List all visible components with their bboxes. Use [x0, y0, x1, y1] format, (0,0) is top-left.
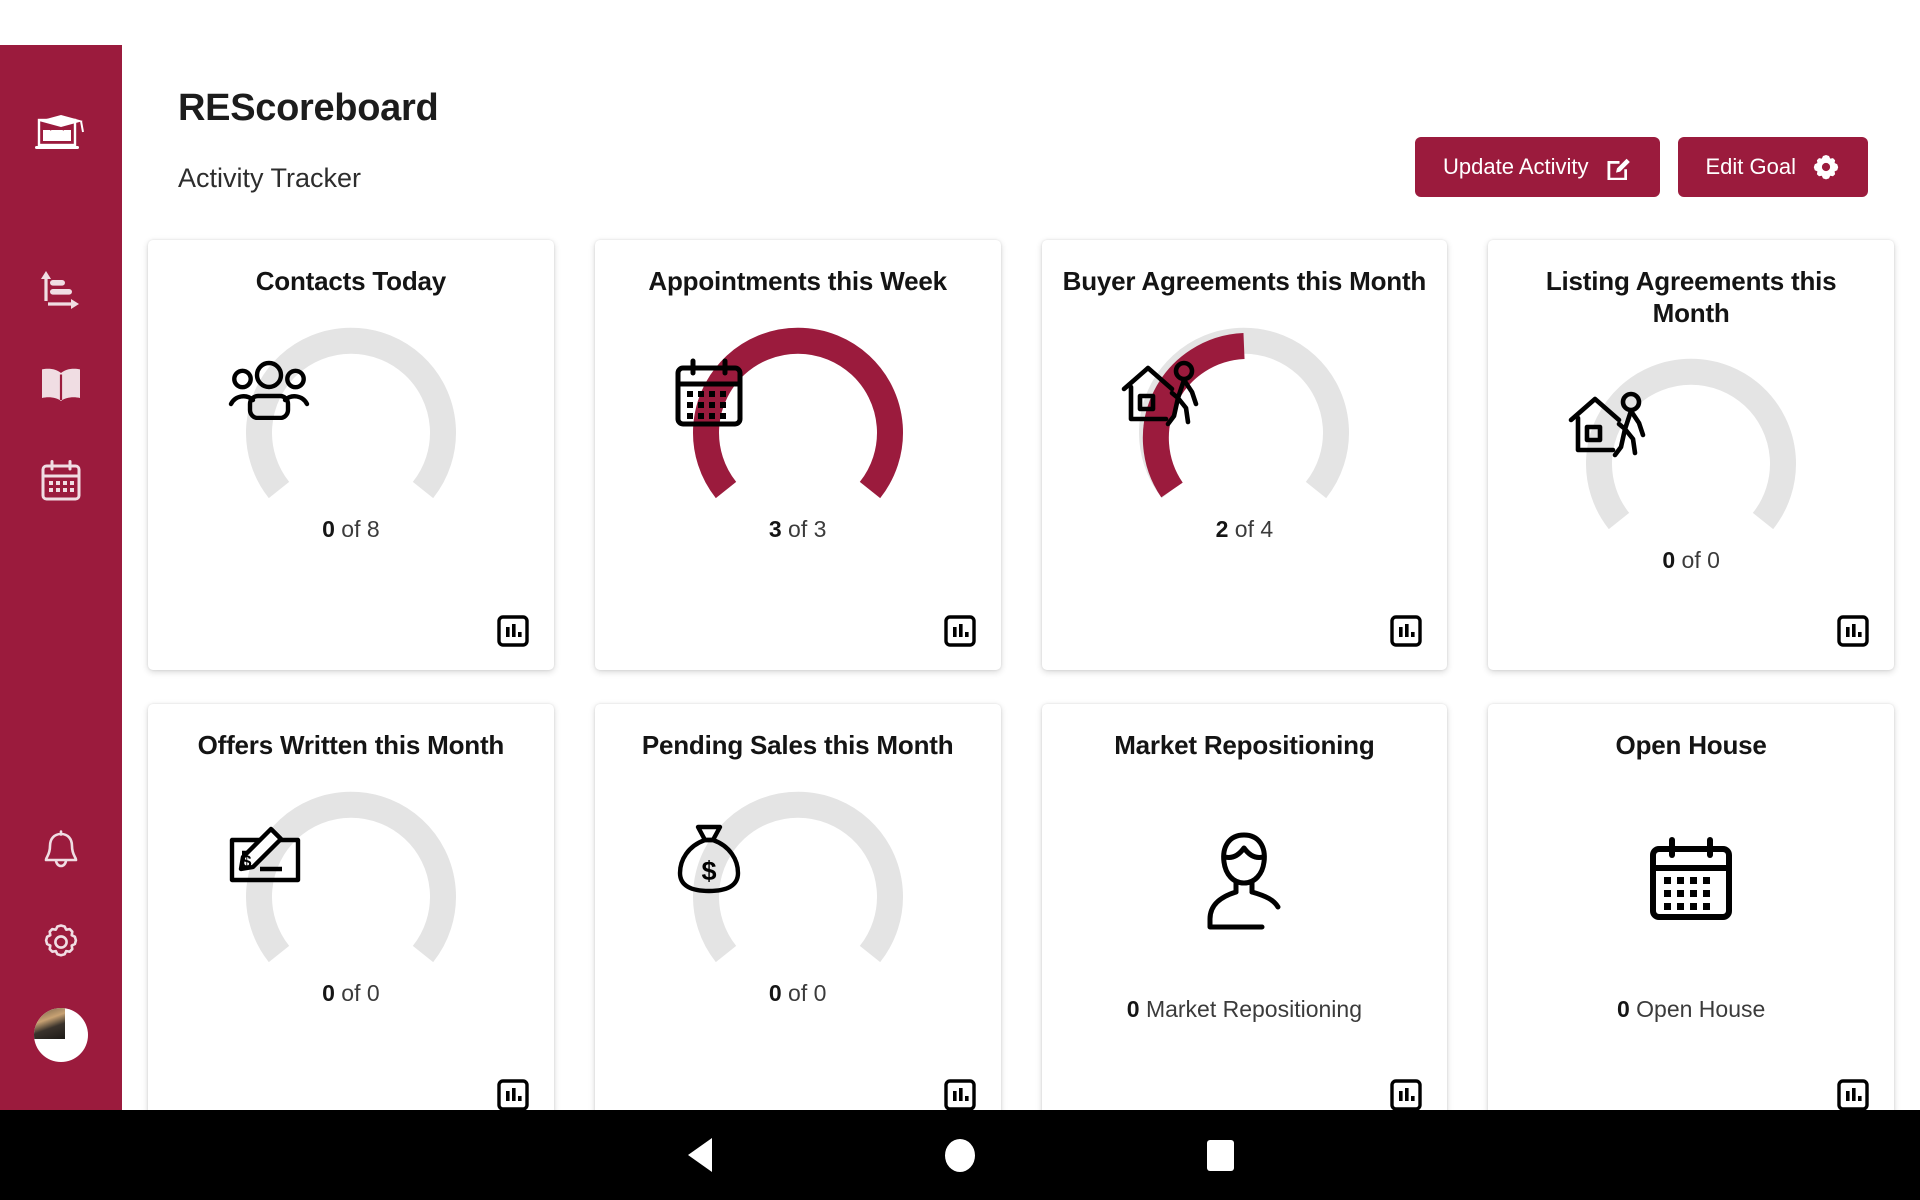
card-title: Appointments this Week	[648, 266, 947, 296]
card-title: Market Repositioning	[1114, 730, 1375, 760]
sidebar-item-analytics[interactable]	[35, 265, 87, 317]
card-value: 0 of 0	[1662, 547, 1720, 574]
card-value-unit: Open House	[1636, 995, 1766, 1022]
recents-square-icon	[1206, 1139, 1234, 1171]
gear-icon	[1812, 153, 1840, 181]
card-title: Offers Written this Month	[197, 730, 505, 760]
nav-home-button[interactable]	[830, 1138, 1090, 1172]
bar-chart-icon[interactable]	[1836, 1078, 1870, 1112]
metric-card[interactable]: Contacts Today 0 of 8	[148, 240, 554, 670]
header-actions: Update Activity Edit Goal	[1414, 137, 1868, 197]
metric-card-grid: Contacts Today 0 of 8 Appointments this …	[148, 240, 1894, 1134]
bar-chart-icon[interactable]	[496, 614, 530, 648]
gear-icon	[40, 921, 82, 968]
bar-chart-icon[interactable]	[943, 1078, 977, 1112]
sidebar-nav-items	[35, 265, 87, 509]
update-activity-button[interactable]: Update Activity	[1414, 137, 1660, 197]
page-subtitle: Activity Tracker	[178, 163, 362, 193]
bar-chart-growth-icon	[39, 267, 83, 316]
card-title: Pending Sales this Month	[641, 730, 954, 760]
metric-card[interactable]: Open House 0 Open House	[1488, 704, 1894, 1134]
avatar[interactable]	[34, 1008, 88, 1062]
nav-back-button[interactable]	[570, 1138, 830, 1172]
gauge: $	[227, 768, 475, 984]
main-content: REScoreboard Activity Tracker Update Act…	[122, 45, 1920, 1134]
status-bar-area	[0, 0, 1920, 45]
card-value: 0 of 0	[322, 980, 380, 1007]
bar-chart-icon[interactable]	[943, 614, 977, 648]
card-value-unit: Market Repositioning	[1145, 995, 1362, 1022]
card-title: Buyer Agreements this Month	[1062, 266, 1427, 296]
person-portrait-icon	[1198, 826, 1290, 936]
gauge	[227, 304, 475, 520]
sidebar-item-library[interactable]	[35, 361, 87, 413]
card-title: Listing Agreements this Month	[1545, 266, 1837, 328]
back-triangle-icon	[688, 1138, 712, 1172]
metric-card[interactable]: Pending Sales this Month $ 0 of 0	[594, 704, 1001, 1134]
edit-goal-label: Edit Goal	[1705, 154, 1797, 179]
nav-recents-button[interactable]	[1090, 1139, 1350, 1171]
gauge	[1567, 335, 1815, 551]
android-navigation-bar	[0, 1110, 1920, 1200]
book-icon	[39, 365, 83, 410]
bar-chart-icon[interactable]	[1389, 1078, 1423, 1112]
card-value: 0 of 0	[769, 980, 827, 1007]
bell-icon	[40, 829, 82, 879]
bar-chart-icon[interactable]	[496, 1078, 530, 1112]
page-title: REScoreboard	[178, 87, 439, 129]
card-value: 2 of 4	[1216, 516, 1274, 543]
metric-card[interactable]: Buyer Agreements this Month 2 of 4	[1041, 240, 1448, 670]
card-value-number: 0	[1126, 995, 1140, 1022]
sidebar-item-notifications[interactable]	[35, 828, 87, 880]
svg-text:$: $	[242, 852, 252, 871]
edit-square-icon	[1605, 154, 1632, 181]
card-value: 0 of 8	[322, 516, 380, 543]
card-value: 0 Market Repositioning	[1127, 996, 1362, 1023]
edit-goal-button[interactable]: Edit Goal	[1677, 137, 1868, 197]
app-root: REScoreboard Activity Tracker Update Act…	[0, 0, 1920, 1200]
sidebar-bottom-items	[0, 828, 122, 1062]
update-activity-label: Update Activity	[1442, 154, 1589, 179]
bar-chart-icon[interactable]	[1836, 614, 1870, 648]
card-value: 3 of 3	[769, 516, 827, 543]
metric-card[interactable]: Offers Written this Month $ 0 of 0	[148, 704, 554, 1134]
card-value-number: 0	[1616, 995, 1630, 1022]
calendar-icon	[1648, 826, 1734, 936]
card-title: Open House	[1615, 730, 1767, 760]
gauge	[674, 304, 922, 520]
metric-card[interactable]: Market Repositioning 0 Market Reposition…	[1041, 704, 1448, 1134]
gauge: $	[674, 768, 922, 984]
calendar-icon	[40, 459, 82, 507]
avatar-photo	[34, 1008, 65, 1039]
metric-card[interactable]: Appointments this Week 3 of 3	[594, 240, 1001, 670]
sidebar-item-settings[interactable]	[35, 918, 87, 970]
team-era-logo[interactable]	[30, 110, 92, 160]
home-circle-icon	[945, 1138, 975, 1172]
card-value: 0 Open House	[1617, 996, 1765, 1023]
sidebar	[0, 45, 122, 1110]
metric-card[interactable]: Listing Agreements this Month 0 of 0	[1488, 240, 1894, 670]
bar-chart-icon[interactable]	[1389, 614, 1423, 648]
card-title: Contacts Today	[255, 266, 447, 296]
gauge	[1120, 304, 1368, 520]
svg-text:$: $	[701, 856, 716, 886]
sidebar-item-calendar[interactable]	[35, 457, 87, 509]
